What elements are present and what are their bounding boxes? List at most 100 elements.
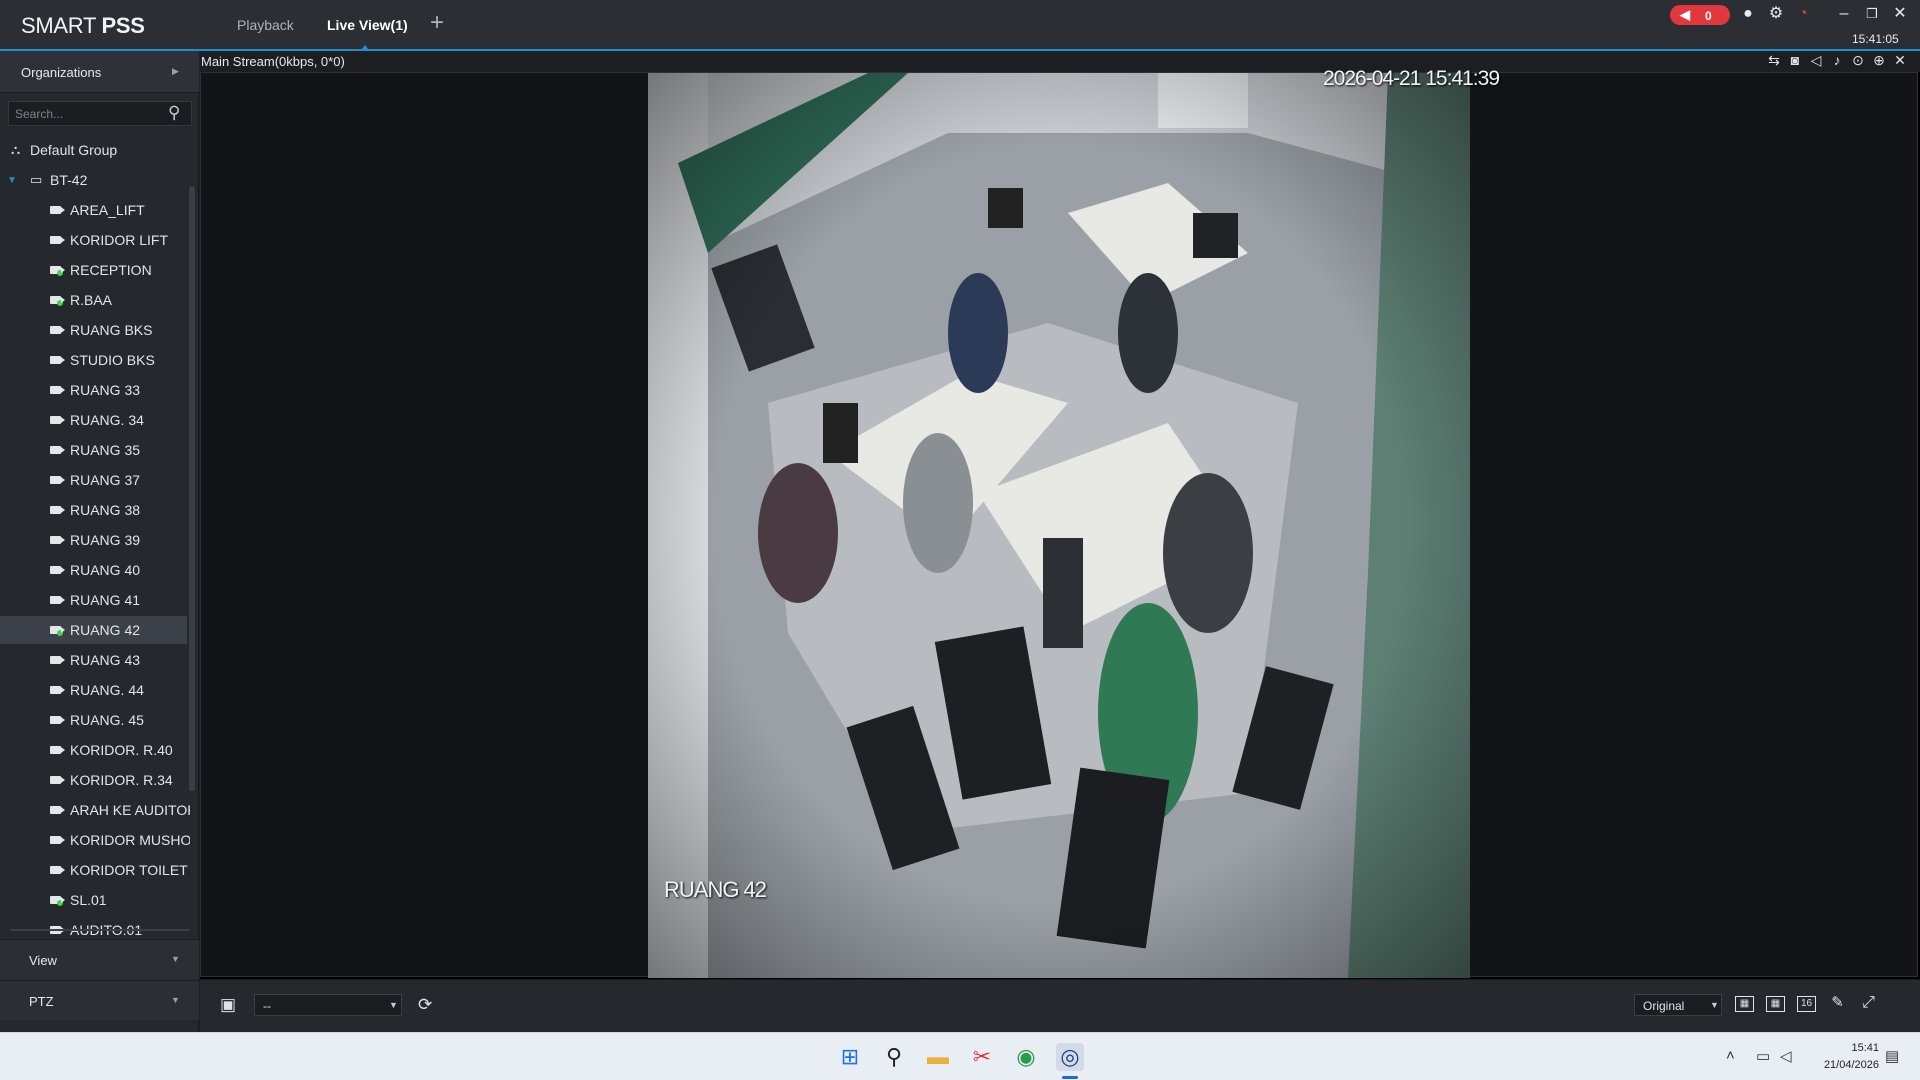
tab-live-view[interactable]: Live View(1) xyxy=(327,17,408,33)
channel-label: ARAH KE AUDITORIUM xyxy=(70,802,190,818)
close-icon[interactable]: ✕ xyxy=(1889,4,1911,24)
system-time[interactable]: 15:41 xyxy=(1815,1042,1879,1054)
snipping-tool-icon[interactable]: ✂ xyxy=(968,1043,996,1071)
online-status-dot xyxy=(57,630,63,636)
tree-channel-item[interactable]: STUDIO BKS xyxy=(0,346,187,374)
fullscreen-icon[interactable]: ⤢ xyxy=(1859,995,1878,1012)
tree-channel-item[interactable]: RUANG 41 xyxy=(0,586,187,614)
user-icon[interactable]: ● xyxy=(1737,4,1759,24)
alarm-badge[interactable]: ◀ 0 xyxy=(1670,5,1730,25)
channel-label: RUANG 39 xyxy=(70,532,141,548)
tree-channel-item[interactable]: RUANG 40 xyxy=(0,556,187,584)
view-select[interactable]: -- ▼ xyxy=(254,994,402,1016)
camera-icon xyxy=(50,206,65,214)
tree-channel-item[interactable]: RUANG. 45 xyxy=(0,706,187,734)
tree-channel-item[interactable]: KORIDOR TOILET xyxy=(0,856,188,884)
search-input[interactable] xyxy=(15,106,165,122)
layout-9-icon[interactable]: ▦ xyxy=(1766,996,1785,1012)
organizations-header[interactable]: Organizations ▶ xyxy=(0,51,199,93)
tree-channel-item[interactable]: AREA_LIFT xyxy=(0,196,187,224)
tree-channel-item[interactable]: RUANG 43 xyxy=(0,646,187,674)
tree-channel-item[interactable]: RUANG. 44 xyxy=(0,676,187,704)
tree-channel-item[interactable]: RUANG 33 xyxy=(0,376,187,404)
layout-16-icon[interactable]: 16 xyxy=(1797,996,1816,1012)
tree-channel-item[interactable]: RUANG BKS xyxy=(0,316,187,344)
video-info-bar: Main Stream(0kbps, 0*0) ⇆ ◙ ◁ ♪ ⊙ ⊕ ✕ xyxy=(200,51,1920,72)
channel-label: KORIDOR. R.40 xyxy=(70,742,173,758)
sidebar-scrollbar[interactable] xyxy=(189,186,195,791)
refresh-icon[interactable]: ⟳ xyxy=(418,995,432,1015)
minimize-icon[interactable]: – xyxy=(1833,4,1855,24)
channel-label: RUANG 37 xyxy=(70,472,141,488)
file-explorer-icon[interactable]: ▬ xyxy=(924,1043,952,1071)
audio-icon[interactable]: ◁ xyxy=(1807,52,1825,69)
tree-channel-item[interactable]: RUANG 38 xyxy=(0,496,187,524)
layout-4-icon[interactable]: ▦ xyxy=(1735,996,1754,1012)
chrome-icon[interactable]: ◉ xyxy=(1012,1043,1040,1071)
record-icon[interactable]: ⊙ xyxy=(1849,52,1867,69)
camera-feed[interactable] xyxy=(648,73,1470,978)
tree-channel-item[interactable]: RECEPTION xyxy=(0,256,187,284)
zoom-icon[interactable]: ⊕ xyxy=(1870,52,1888,69)
camera-icon xyxy=(50,866,65,874)
windows-start-icon[interactable]: ⊞ xyxy=(836,1043,864,1071)
tree-channel-item[interactable]: SL.01 xyxy=(0,886,187,914)
performance-icon[interactable]: ◔ xyxy=(1792,4,1814,24)
add-tab-icon[interactable]: + xyxy=(430,11,444,35)
video-window[interactable] xyxy=(200,72,1918,978)
stream-switch-icon[interactable]: ⇆ xyxy=(1765,52,1783,69)
tree-channel-item[interactable]: KORIDOR. R.34 xyxy=(0,766,187,794)
network-icon[interactable]: ▭ xyxy=(1756,1047,1770,1065)
tree-device[interactable]: ▼ ▭ BT-42 xyxy=(0,166,187,194)
organizations-label: Organizations xyxy=(21,65,102,80)
tree-channel-item[interactable]: KORIDOR MUSHOLA xyxy=(0,826,190,854)
restore-icon[interactable]: ❐ xyxy=(1861,4,1883,24)
channel-label: RUANG 33 xyxy=(70,382,141,398)
osd-channel-name: RUANG 42 xyxy=(664,877,767,902)
camera-icon xyxy=(50,386,65,394)
search-icon[interactable]: ⚲ xyxy=(168,103,180,123)
tree-channel-item[interactable]: RUANG 37 xyxy=(0,466,187,494)
chevron-up-icon[interactable]: ˄ xyxy=(1726,1047,1735,1064)
tree-channel-item[interactable]: ARAH KE AUDITORIUM xyxy=(0,796,190,824)
view-section[interactable]: View ▼ xyxy=(0,939,199,979)
aspect-ratio-select[interactable]: Original ▼ xyxy=(1634,994,1722,1016)
channel-label: AREA_LIFT xyxy=(70,202,145,218)
view-select-value: -- xyxy=(263,999,271,1013)
tree-default-group[interactable]: ⛬ Default Group xyxy=(0,136,187,164)
tree-channel-item[interactable]: KORIDOR. R.40 xyxy=(0,736,187,764)
chevron-down-icon: ▼ xyxy=(1710,1000,1719,1010)
tree-channel-item[interactable]: R.BAA xyxy=(0,286,187,314)
tree-channel-item[interactable]: RUANG 42 xyxy=(0,616,187,644)
search-icon[interactable]: ⚲ xyxy=(880,1043,908,1071)
camera-icon xyxy=(50,686,65,694)
save-view-icon[interactable]: ▣ xyxy=(220,995,236,1015)
channel-label: RECEPTION xyxy=(70,262,152,278)
chevron-down-icon: ▼ xyxy=(171,995,180,1005)
ptz-section[interactable]: PTZ ▼ xyxy=(0,980,199,1020)
camera-icon xyxy=(50,356,65,364)
camera-icon xyxy=(50,236,65,244)
chevron-down-icon: ▼ xyxy=(389,1000,398,1010)
expand-caret-icon[interactable]: ▼ xyxy=(7,175,17,186)
tree-channel-item[interactable]: RUANG 39 xyxy=(0,526,187,554)
system-date[interactable]: 21/04/2026 xyxy=(1815,1059,1879,1071)
custom-layout-icon[interactable]: ✎ xyxy=(1828,995,1847,1012)
tree-channel-item[interactable]: RUANG 35 xyxy=(0,436,187,464)
microphone-icon[interactable]: ♪ xyxy=(1828,52,1846,68)
header-clock: 15:41:05 xyxy=(1852,32,1899,46)
gear-icon[interactable]: ⚙ xyxy=(1765,4,1787,24)
default-group-label: Default Group xyxy=(30,142,118,158)
live-view-panel: Main Stream(0kbps, 0*0) ⇆ ◙ ◁ ♪ ⊙ ⊕ ✕ 20… xyxy=(200,51,1920,979)
tree-channel-item[interactable]: RUANG. 34 xyxy=(0,406,187,434)
smart-pss-taskbar-icon[interactable]: ◎ xyxy=(1056,1043,1084,1071)
close-video-icon[interactable]: ✕ xyxy=(1891,52,1909,69)
volume-icon[interactable]: ◁ xyxy=(1780,1047,1792,1065)
snapshot-icon[interactable]: ◙ xyxy=(1786,52,1804,68)
notification-icon[interactable]: ▤ xyxy=(1885,1047,1899,1065)
osd-timestamp: 2026-04-21 15:41:39 xyxy=(1323,67,1500,90)
tab-playback[interactable]: Playback xyxy=(237,17,294,33)
channel-label: RUANG 35 xyxy=(70,442,141,458)
channel-label: RUANG 42 xyxy=(70,622,141,638)
tree-channel-item[interactable]: KORIDOR LIFT xyxy=(0,226,187,254)
